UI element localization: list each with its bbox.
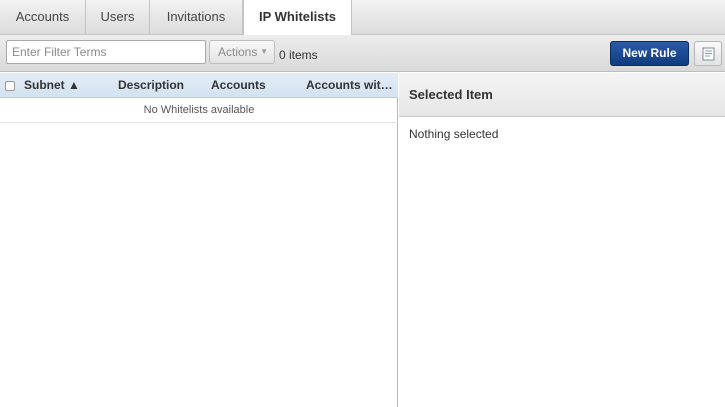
column-header-subnet[interactable]: Subnet ▲ bbox=[24, 73, 80, 98]
column-header-accounts[interactable]: Accounts bbox=[211, 73, 266, 98]
tab-accounts[interactable]: Accounts bbox=[0, 0, 86, 35]
toolbar: Actions ▼ 0 items New Rule bbox=[0, 35, 725, 72]
new-rule-button[interactable]: New Rule bbox=[610, 41, 689, 66]
tab-invitations[interactable]: Invitations bbox=[150, 0, 243, 35]
select-all-checkbox[interactable] bbox=[5, 81, 15, 91]
column-header-description[interactable]: Description bbox=[118, 73, 184, 98]
actions-label: Actions bbox=[218, 45, 258, 59]
tab-ip-whitelists[interactable]: IP Whitelists bbox=[243, 0, 352, 36]
empty-list-message: No Whitelists available bbox=[0, 98, 398, 123]
whitelist-list-panel: Subnet ▲ Description Accounts Accounts w… bbox=[0, 73, 398, 407]
filter-input[interactable] bbox=[6, 40, 206, 64]
column-header-accounts-with[interactable]: Accounts wit… bbox=[306, 73, 393, 98]
detail-title: Selected Item bbox=[399, 73, 725, 117]
list-header: Subnet ▲ Description Accounts Accounts w… bbox=[0, 73, 398, 98]
items-count: 0 items bbox=[279, 48, 318, 62]
tab-users[interactable]: Users bbox=[86, 0, 150, 35]
report-icon bbox=[702, 47, 715, 61]
detail-panel: Selected Item Nothing selected bbox=[399, 73, 725, 407]
detail-body: Nothing selected bbox=[409, 127, 499, 141]
chevron-down-icon: ▼ bbox=[260, 47, 268, 56]
actions-button[interactable]: Actions ▼ bbox=[209, 40, 275, 64]
tab-bar: Accounts Users Invitations IP Whitelists bbox=[0, 0, 725, 36]
report-button[interactable] bbox=[694, 41, 722, 66]
